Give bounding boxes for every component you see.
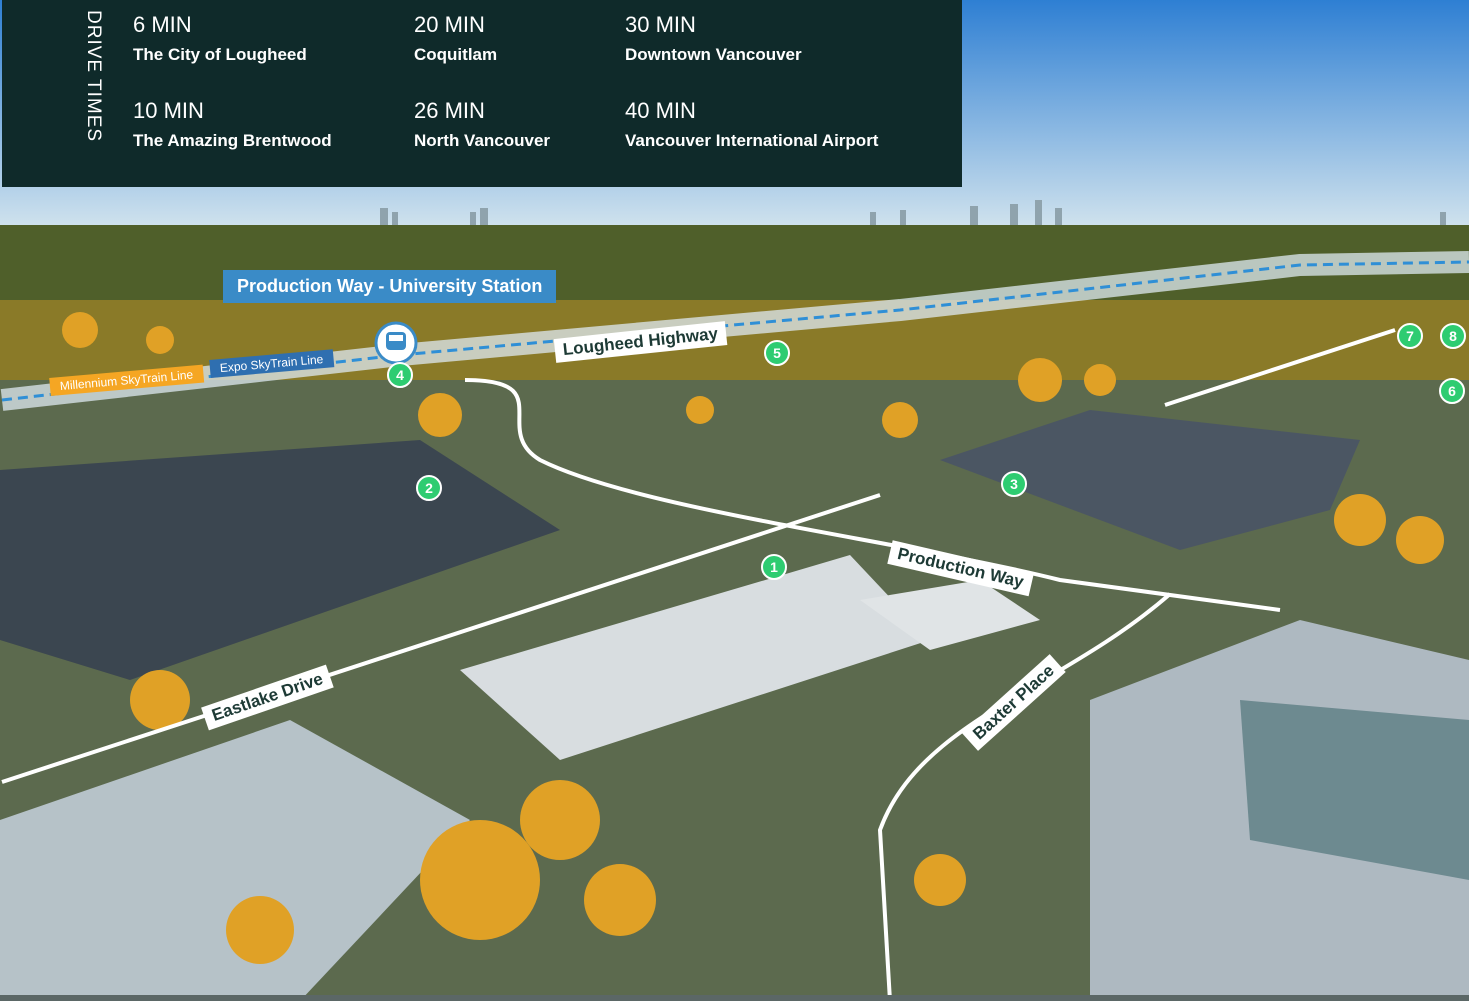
drive-time-item: 26 MIN North Vancouver [414,98,550,152]
drive-time-place: The City of Lougheed [133,45,307,64]
drive-time-place: Downtown Vancouver [625,45,802,64]
drive-time-minutes: 40 MIN [625,98,696,123]
drive-time-minutes: 30 MIN [625,12,696,37]
drive-time-item: 20 MIN Coquitlam [414,12,497,66]
drive-time-minutes: 10 MIN [133,98,204,123]
map-marker[interactable]: 8 [1440,323,1466,349]
drive-time-place: North Vancouver [414,131,551,150]
drive-time-place: Coquitlam [414,45,498,64]
drive-time-place: The Amazing Brentwood [133,131,332,150]
train-station-icon [374,321,418,365]
map-marker[interactable]: 3 [1001,471,1027,497]
drive-time-minutes: 26 MIN [414,98,485,123]
map-marker[interactable]: 5 [764,340,790,366]
drive-time-item: 30 MIN Downtown Vancouver [625,12,802,66]
bottom-border [0,995,1469,1001]
map-marker[interactable]: 2 [416,475,442,501]
drive-time-minutes: 6 MIN [133,12,192,37]
drive-time-item: 6 MIN The City of Lougheed [133,12,307,66]
map-marker[interactable]: 1 [761,554,787,580]
station-label: Production Way - University Station [223,270,557,303]
drive-time-item: 40 MIN Vancouver International Airport [625,98,878,152]
drive-time-item: 10 MIN The Amazing Brentwood [133,98,332,152]
drive-time-minutes: 20 MIN [414,12,485,37]
drive-time-place: Vancouver International Airport [625,131,879,150]
map-marker[interactable]: 6 [1439,378,1465,404]
drive-times-heading: DRIVE TIMES [83,10,104,143]
map-marker[interactable]: 4 [387,362,413,388]
map-marker[interactable]: 7 [1397,323,1423,349]
drive-times-panel: DRIVE TIMES 6 MIN The City of Lougheed 2… [2,0,962,187]
